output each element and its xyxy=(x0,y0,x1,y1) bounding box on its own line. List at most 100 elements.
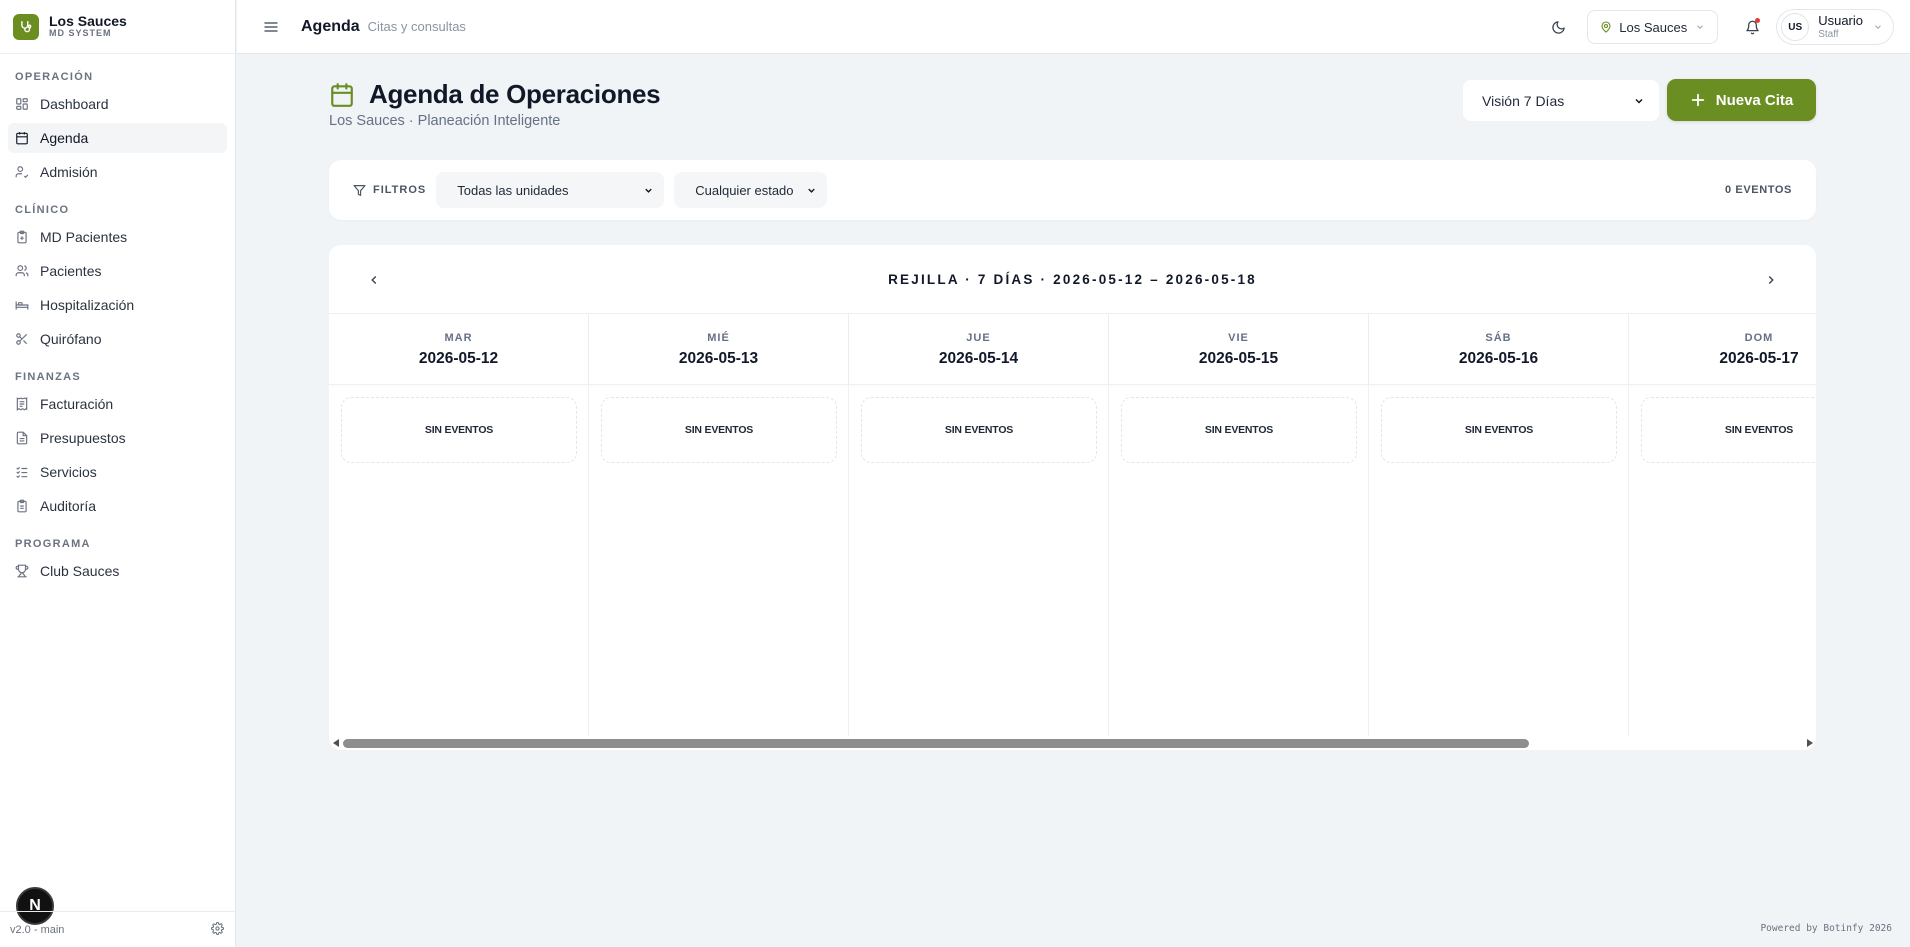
gear-icon xyxy=(211,921,224,935)
day-column[interactable]: DOM 2026-05-17 SIN EVENTOS xyxy=(1629,314,1816,736)
day-name: MIÉ xyxy=(707,332,730,344)
calendar-day-grid: MAR 2026-05-12 SIN EVENTOS MIÉ 2026-05-13 … xyxy=(329,314,1816,736)
document-icon xyxy=(16,431,28,445)
hamburger-icon xyxy=(264,21,278,32)
empty-day-placeholder: SIN EVENTOS xyxy=(601,397,837,463)
theme-toggle-button[interactable] xyxy=(1548,17,1568,37)
day-name: DOM xyxy=(1744,332,1774,344)
calendar-header: REJILLA · 7 DÍAS · 2026-05-12 – 2026-05-… xyxy=(329,245,1816,314)
status-filter-select[interactable]: Cualquier estado xyxy=(674,172,828,208)
sidebar-item-admision[interactable]: Admisión xyxy=(8,157,227,187)
sidebar-item-label: Presupuestos xyxy=(40,430,126,446)
sidebar-item-dashboard[interactable]: Dashboard xyxy=(8,89,227,119)
sidebar-item-label: Dashboard xyxy=(40,96,109,112)
day-column[interactable]: VIE 2026-05-15 SIN EVENTOS xyxy=(1109,314,1369,736)
version-label: v2.0 - main xyxy=(10,923,65,936)
sidebar-item-auditoria[interactable]: Auditoría xyxy=(8,491,227,521)
empty-day-placeholder: SIN EVENTOS xyxy=(341,397,577,463)
avatar: US xyxy=(1781,13,1810,41)
sidebar-item-servicios[interactable]: Servicios xyxy=(8,457,227,487)
sidebar-item-label: Servicios xyxy=(40,464,97,480)
day-date: 2026-05-14 xyxy=(938,350,1019,367)
bed-icon xyxy=(15,301,29,310)
day-column[interactable]: JUE 2026-05-14 SIN EVENTOS xyxy=(849,314,1109,736)
triangle-left-icon xyxy=(332,739,339,747)
day-column[interactable]: MIÉ 2026-05-13 SIN EVENTOS xyxy=(589,314,849,736)
new-appointment-label: Nueva Cita xyxy=(1715,91,1794,109)
day-date: 2026-05-13 xyxy=(678,350,759,367)
empty-day-placeholder: SIN EVENTOS xyxy=(1641,397,1816,463)
user-role: Staff xyxy=(1818,28,1839,40)
calendar-icon xyxy=(16,132,28,145)
powered-by-label: Powered by Botinfy 2026 xyxy=(1760,923,1892,934)
chevron-right-icon xyxy=(1768,276,1774,284)
sidebar-item-label: Auditoría xyxy=(40,498,97,514)
calendar-grid-card: REJILLA · 7 DÍAS · 2026-05-12 – 2026-05-… xyxy=(329,245,1816,750)
brand-name: Los Sauces xyxy=(49,12,127,29)
next-week-button[interactable] xyxy=(1760,269,1782,291)
new-appointment-button[interactable]: Nueva Cita xyxy=(1667,79,1816,121)
scroll-left-arrow[interactable] xyxy=(329,736,343,750)
page-title: Agenda xyxy=(301,17,360,35)
sidebar-item-club-sauces[interactable]: Club Sauces xyxy=(8,556,227,586)
day-date: 2026-05-16 xyxy=(1458,350,1539,367)
clipboard-list-icon xyxy=(17,499,27,513)
nav-section-title: PROGRAMA xyxy=(15,538,91,550)
location-selector[interactable]: Los Sauces xyxy=(1587,10,1719,44)
location-label: Los Sauces xyxy=(1619,19,1688,35)
sidebar-item-md-pacientes[interactable]: MD Pacientes xyxy=(8,222,227,252)
chevron-down-icon xyxy=(808,188,815,193)
chevron-down-icon xyxy=(1697,25,1704,29)
triangle-right-icon xyxy=(1806,739,1813,747)
nav-section-title: OPERACIÓN xyxy=(15,71,94,83)
day-date: 2026-05-15 xyxy=(1198,350,1279,367)
scroll-thumb[interactable] xyxy=(343,739,1529,748)
sidebar-item-label: Pacientes xyxy=(40,263,102,279)
topbar: Agenda Citas y consultas Los Sauces US U… xyxy=(237,0,1910,54)
settings-button[interactable] xyxy=(211,921,224,938)
sidebar-item-quirofano[interactable]: Quirófano xyxy=(8,324,227,354)
sidebar-item-agenda[interactable]: Agenda xyxy=(8,123,227,153)
units-filter-select[interactable]: Todas las unidades xyxy=(436,172,665,208)
sidebar-item-hospitalizacion[interactable]: Hospitalización xyxy=(8,290,227,320)
sidebar-item-label: MD Pacientes xyxy=(40,229,128,245)
users-icon xyxy=(15,265,29,277)
user-menu-button[interactable]: US Usuario Staff xyxy=(1776,9,1894,45)
dashboard-icon xyxy=(16,98,28,110)
filters-label: FILTROS xyxy=(353,184,426,197)
map-pin-icon xyxy=(1601,21,1611,33)
trophy-icon xyxy=(15,564,29,578)
agenda-title: Agenda de Operaciones xyxy=(369,79,661,109)
nav-section-title: FINANZAS xyxy=(15,371,82,383)
view-range-select[interactable]: Visión 7 Días xyxy=(1463,80,1659,121)
notifications-button[interactable] xyxy=(1742,17,1762,37)
brand[interactable]: Los Sauces MD SYSTEM xyxy=(0,0,235,54)
chevron-left-icon xyxy=(371,276,377,284)
day-date: 2026-05-17 xyxy=(1719,350,1799,367)
day-column[interactable]: MAR 2026-05-12 SIN EVENTOS xyxy=(329,314,589,736)
chevron-down-icon xyxy=(1635,98,1643,104)
scroll-track[interactable] xyxy=(343,736,1802,750)
day-column[interactable]: SÁB 2026-05-16 SIN EVENTOS xyxy=(1369,314,1629,736)
chevron-down-icon xyxy=(1875,25,1881,29)
view-range-value: Visión 7 Días xyxy=(1482,92,1565,109)
empty-day-placeholder: SIN EVENTOS xyxy=(1121,397,1357,463)
day-name: JUE xyxy=(966,332,991,344)
scroll-right-arrow[interactable] xyxy=(1802,736,1816,750)
horizontal-scrollbar[interactable] xyxy=(329,736,1816,750)
agenda-subtitle: Los Sauces · Planeación Inteligente xyxy=(329,113,561,129)
scissors-icon xyxy=(16,333,28,345)
empty-day-placeholder: SIN EVENTOS xyxy=(861,397,1097,463)
filter-icon xyxy=(353,184,366,196)
menu-toggle-button[interactable] xyxy=(262,18,280,36)
nav-section-clinico: CLÍNICO MD Pacientes Pacientes Hospitali… xyxy=(0,204,235,354)
sidebar-item-label: Agenda xyxy=(40,130,89,146)
sidebar-item-facturacion[interactable]: Facturación xyxy=(8,389,227,419)
day-date: 2026-05-12 xyxy=(418,350,499,367)
sidebar-item-label: Quirófano xyxy=(40,331,102,347)
events-count: 0 EVENTOS xyxy=(1725,184,1792,196)
list-check-icon xyxy=(16,466,28,479)
sidebar-item-pacientes[interactable]: Pacientes xyxy=(8,256,227,286)
sidebar-item-presupuestos[interactable]: Presupuestos xyxy=(8,423,227,453)
previous-week-button[interactable] xyxy=(363,269,385,291)
